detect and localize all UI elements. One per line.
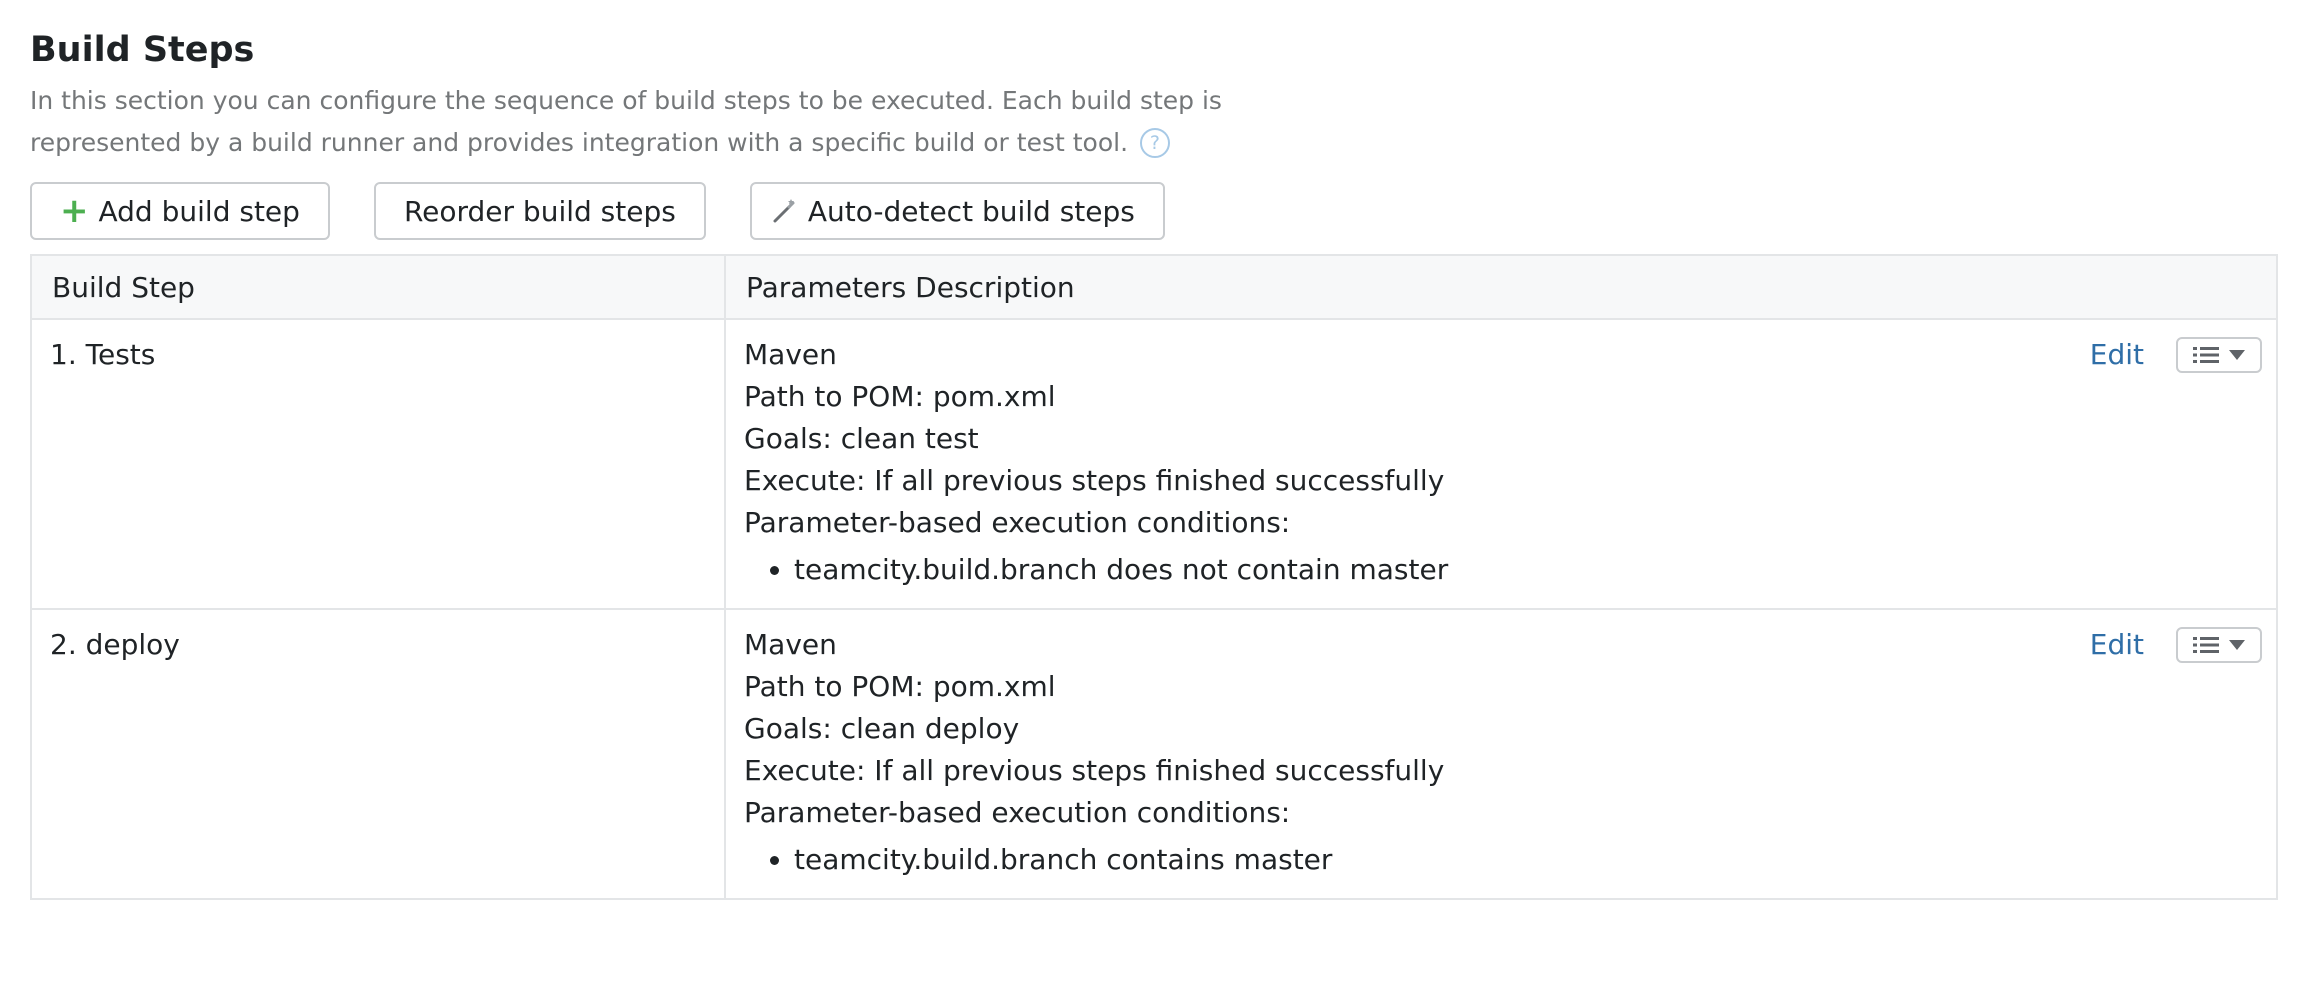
row-menu-button[interactable] — [2176, 627, 2262, 663]
reorder-build-steps-label: Reorder build steps — [403, 194, 676, 228]
auto-detect-build-steps-label: Auto-detect build steps — [807, 194, 1135, 228]
column-header-parameters-description: Parameters Description — [724, 254, 2278, 320]
goals: Goals: clean test — [744, 422, 979, 455]
conditions-list: teamcity.build.branch contains master — [744, 840, 2258, 880]
conditions-list: teamcity.build.branch does not contain m… — [744, 550, 2258, 590]
execute-condition: Execute: If all previous steps finished … — [744, 754, 1445, 787]
table-row: 1. Tests Maven Path to POM: pom.xml Goal… — [30, 318, 2278, 610]
help-icon[interactable]: ? — [1139, 128, 1170, 158]
row-menu-button[interactable] — [2176, 337, 2262, 373]
add-build-step-button[interactable]: + Add build step — [30, 182, 330, 240]
plus-icon: + — [60, 191, 89, 231]
chevron-down-icon — [2229, 640, 2245, 650]
magic-wand-icon — [773, 199, 795, 223]
auto-detect-build-steps-button[interactable]: Auto-detect build steps — [749, 182, 1165, 240]
step-name: 2. deploy — [50, 628, 180, 661]
list-icon — [2193, 637, 2219, 653]
list-item: teamcity.build.branch does not contain m… — [794, 550, 2258, 590]
table-row: 2. deploy Maven Path to POM: pom.xml Goa… — [30, 608, 2278, 900]
conditions-label: Parameter-based execution conditions: — [744, 796, 1291, 829]
toolbar: + Add build step Reorder build steps Aut… — [30, 182, 2278, 240]
parameters-cell: Maven Path to POM: pom.xml Goals: clean … — [724, 608, 2278, 900]
parameters-cell: Maven Path to POM: pom.xml Goals: clean … — [724, 318, 2278, 610]
chevron-down-icon — [2229, 350, 2245, 360]
section-description: In this section you can configure the se… — [30, 80, 1370, 164]
row-actions: Edit — [2090, 624, 2262, 666]
conditions-label: Parameter-based execution conditions: — [744, 506, 1291, 539]
build-steps-table: Build Step Parameters Description 1. Tes… — [30, 254, 2278, 900]
description-text: In this section you can configure the se… — [30, 86, 1222, 157]
step-name: 1. Tests — [50, 338, 156, 371]
edit-link[interactable]: Edit — [2090, 334, 2144, 376]
execute-condition: Execute: If all previous steps finished … — [744, 464, 1445, 497]
add-build-step-label: Add build step — [98, 194, 300, 228]
page-title: Build Steps — [30, 30, 255, 70]
runner-type: Maven — [744, 628, 837, 661]
reorder-build-steps-button[interactable]: Reorder build steps — [373, 182, 706, 240]
table-header-row: Build Step Parameters Description — [30, 254, 2278, 320]
edit-link[interactable]: Edit — [2090, 624, 2144, 666]
goals: Goals: clean deploy — [744, 712, 1020, 745]
step-name-cell: 2. deploy — [30, 608, 726, 900]
list-item: teamcity.build.branch contains master — [794, 840, 2258, 880]
runner-type: Maven — [744, 338, 837, 371]
column-header-build-step: Build Step — [30, 254, 726, 320]
row-actions: Edit — [2090, 334, 2262, 376]
step-name-cell: 1. Tests — [30, 318, 726, 610]
build-steps-section: Build Steps In this section you can conf… — [30, 22, 2278, 900]
list-icon — [2193, 347, 2219, 363]
path-to-pom: Path to POM: pom.xml — [744, 380, 1056, 413]
path-to-pom: Path to POM: pom.xml — [744, 670, 1056, 703]
